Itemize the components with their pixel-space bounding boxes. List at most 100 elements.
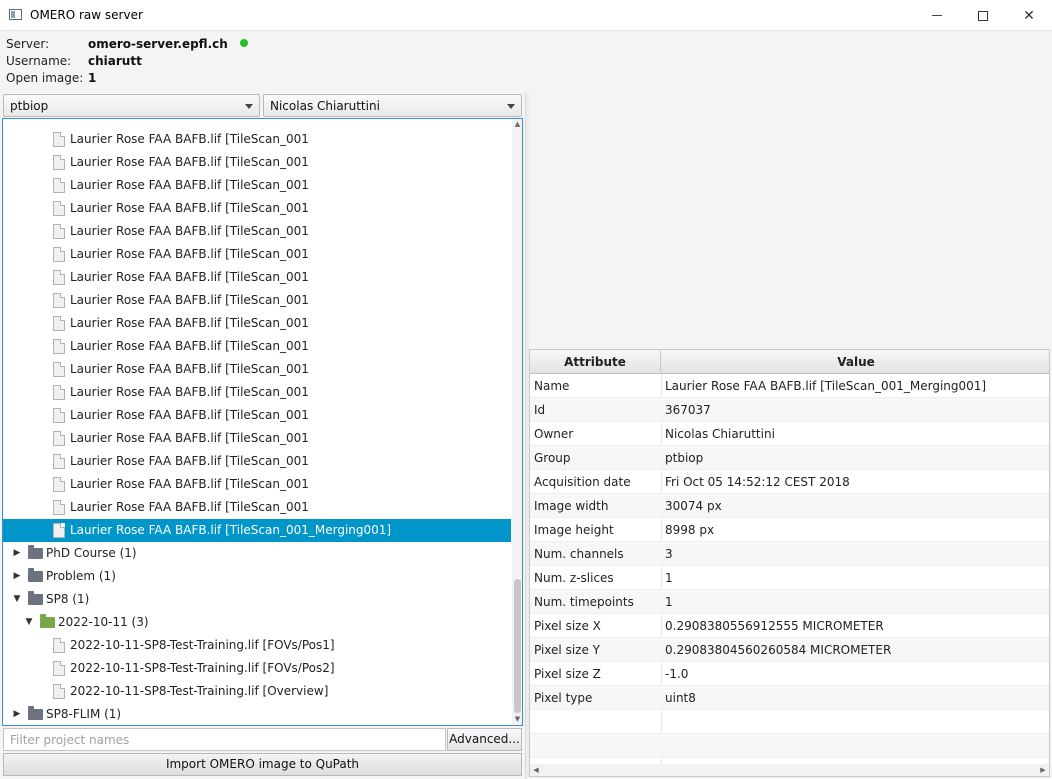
tree-image-item[interactable]: 2022-10-11-SP8-Test-Training.lif [FOVs/P… bbox=[3, 634, 511, 657]
file-icon bbox=[53, 270, 65, 285]
scroll-right-icon[interactable]: ▶ bbox=[1037, 764, 1049, 776]
tree-item-label: PhD Course (1) bbox=[46, 546, 137, 560]
column-header-value[interactable]: Value bbox=[661, 350, 1049, 374]
column-header-attribute[interactable]: Attribute bbox=[530, 350, 661, 374]
table-row[interactable]: Acquisition date Fri Oct 05 14:52:12 CEST… bbox=[530, 470, 1049, 494]
attribute-cell: Pixel type bbox=[534, 691, 593, 705]
table-row[interactable]: Pixel type uint8 bbox=[530, 686, 1049, 710]
scroll-down-icon[interactable]: ▼ bbox=[512, 714, 522, 725]
project-tree[interactable]: ▲ ▼ Laurier Rose FAA BAFB.lif [TileScan_… bbox=[2, 118, 523, 726]
attribute-cell: Num. channels bbox=[534, 547, 624, 561]
filter-project-names-input[interactable] bbox=[3, 728, 446, 751]
tree-image-item[interactable]: Laurier Rose FAA BAFB.lif [TileScan_001 bbox=[3, 404, 511, 427]
tree-item-label: Laurier Rose FAA BAFB.lif [TileScan_001 bbox=[70, 293, 309, 307]
tree-image-item[interactable]: Laurier Rose FAA BAFB.lif [TileScan_001 bbox=[3, 289, 511, 312]
table-row[interactable]: Image width 30074 px bbox=[530, 494, 1049, 518]
table-row[interactable]: Name Laurier Rose FAA BAFB.lif [TileScan_… bbox=[530, 374, 1049, 398]
folder-icon bbox=[28, 568, 43, 582]
value-cell: ptbiop bbox=[665, 451, 704, 465]
minimize-button[interactable] bbox=[914, 0, 960, 31]
table-row[interactable]: Num. channels 3 bbox=[530, 542, 1049, 566]
table-row[interactable]: Group ptbiop bbox=[530, 446, 1049, 470]
table-horizontal-scrollbar[interactable]: ◀ ▶ bbox=[530, 764, 1049, 776]
tree-item-label: 2022-10-11-SP8-Test-Training.lif [Overvi… bbox=[70, 684, 329, 698]
value-cell: 367037 bbox=[665, 403, 711, 417]
tree-folder-item[interactable]: ▼ SP8 (1) bbox=[3, 588, 511, 611]
file-icon bbox=[53, 408, 65, 423]
server-label: Server: bbox=[6, 37, 50, 51]
attribute-cell: Owner bbox=[534, 427, 574, 441]
attribute-cell: Name bbox=[534, 379, 570, 393]
tree-image-item[interactable]: Laurier Rose FAA BAFB.lif [TileScan_001 bbox=[3, 473, 511, 496]
tree-image-item[interactable]: Laurier Rose FAA BAFB.lif [TileScan_001 bbox=[3, 381, 511, 404]
scroll-up-icon[interactable]: ▲ bbox=[512, 119, 522, 130]
tree-item-label: Laurier Rose FAA BAFB.lif [TileScan_001 bbox=[70, 454, 309, 468]
table-row[interactable]: Pixel size Y 0.29083804560260584 MICROMET… bbox=[530, 638, 1049, 662]
server-name: omero-server.epfl.ch bbox=[88, 37, 228, 51]
tree-image-item[interactable]: Laurier Rose FAA BAFB.lif [TileScan_001 bbox=[3, 427, 511, 450]
tree-image-item[interactable]: Laurier Rose FAA BAFB.lif [TileScan_001 bbox=[3, 450, 511, 473]
file-icon bbox=[53, 454, 65, 469]
tree-image-item[interactable]: Laurier Rose FAA BAFB.lif [TileScan_001 bbox=[3, 243, 511, 266]
group-select-value: ptbiop bbox=[10, 99, 49, 113]
value-cell: 30074 px bbox=[665, 499, 722, 513]
table-row[interactable]: Num. timepoints 1 bbox=[530, 590, 1049, 614]
tree-image-item[interactable]: Laurier Rose FAA BAFB.lif [TileScan_001 bbox=[3, 358, 511, 381]
tree-image-item[interactable]: Laurier Rose FAA BAFB.lif [TileScan_001 bbox=[3, 266, 511, 289]
tree-item-label: Laurier Rose FAA BAFB.lif [TileScan_001 bbox=[70, 201, 309, 215]
tree-folder-item[interactable]: ▶ Problem (1) bbox=[3, 565, 511, 588]
attribute-cell: Num. z-slices bbox=[534, 571, 614, 585]
file-icon bbox=[53, 362, 65, 377]
tree-image-item[interactable]: Laurier Rose FAA BAFB.lif [TileScan_001 bbox=[3, 174, 511, 197]
tree-item-label: Problem (1) bbox=[46, 569, 116, 583]
tree-image-item[interactable]: Laurier Rose FAA BAFB.lif [TileScan_001 bbox=[3, 128, 511, 151]
file-icon bbox=[53, 523, 65, 538]
tree-item-label: Laurier Rose FAA BAFB.lif [TileScan_001 bbox=[70, 362, 309, 376]
table-row[interactable]: Image height 8998 px bbox=[530, 518, 1049, 542]
tree-image-item[interactable]: 2022-10-11-SP8-Test-Training.lif [FOVs/P… bbox=[3, 657, 511, 680]
tree-image-item[interactable]: 2022-10-11-SP8-Test-Training.lif [Overvi… bbox=[3, 680, 511, 703]
advanced-button[interactable]: Advanced... bbox=[447, 728, 522, 751]
collapse-arrow-icon[interactable]: ▶ bbox=[12, 703, 22, 725]
expand-arrow-icon[interactable]: ▼ bbox=[12, 588, 22, 611]
maximize-icon bbox=[978, 10, 988, 21]
tree-image-item[interactable]: Laurier Rose FAA BAFB.lif [TileScan_001 bbox=[3, 312, 511, 335]
tree-folder-item[interactable]: ▶ PhD Course (1) bbox=[3, 542, 511, 565]
value-cell: Nicolas Chiaruttini bbox=[665, 427, 775, 441]
attribute-cell: Image width bbox=[534, 499, 609, 513]
attribute-cell: Acquisition date bbox=[534, 475, 631, 489]
group-select[interactable]: ptbiop bbox=[3, 94, 260, 117]
table-row[interactable]: Num. z-slices 1 bbox=[530, 566, 1049, 590]
tree-image-item[interactable]: Laurier Rose FAA BAFB.lif [TileScan_001 bbox=[3, 197, 511, 220]
tree-vertical-scrollbar[interactable]: ▲ ▼ bbox=[512, 119, 522, 725]
close-button[interactable]: ✕ bbox=[1006, 0, 1052, 31]
table-row[interactable]: Owner Nicolas Chiaruttini bbox=[530, 422, 1049, 446]
tree-image-item[interactable]: Laurier Rose FAA BAFB.lif [TileScan_001 bbox=[3, 220, 511, 243]
value-cell: 0.29083804560260584 MICROMETER bbox=[665, 643, 892, 657]
tree-image-item[interactable]: Laurier Rose FAA BAFB.lif [TileScan_001 bbox=[3, 335, 511, 358]
table-row[interactable]: Pixel size Z -1.0 bbox=[530, 662, 1049, 686]
collapse-arrow-icon[interactable]: ▶ bbox=[12, 542, 22, 565]
tree-image-item[interactable]: Laurier Rose FAA BAFB.lif [TileScan_001 bbox=[3, 151, 511, 174]
file-icon bbox=[53, 293, 65, 308]
tree-folder-item[interactable]: ▼ 2022-10-11 (3) bbox=[3, 611, 511, 634]
scroll-left-icon[interactable]: ◀ bbox=[530, 764, 542, 776]
tree-item-label: SP8-FLIM (1) bbox=[46, 707, 122, 721]
tree-image-item[interactable]: Laurier Rose FAA BAFB.lif [TileScan_001 bbox=[3, 496, 511, 519]
collapse-arrow-icon[interactable]: ▶ bbox=[12, 565, 22, 588]
file-icon bbox=[53, 247, 65, 262]
expand-arrow-icon[interactable]: ▼ bbox=[24, 611, 34, 634]
scrollbar-thumb[interactable] bbox=[514, 579, 521, 713]
chevron-down-icon bbox=[507, 104, 515, 109]
tree-folder-item[interactable]: ▶ SP8-FLIM (1) bbox=[3, 703, 511, 725]
import-image-button[interactable]: Import OMERO image to QuPath bbox=[3, 753, 522, 776]
table-row[interactable]: Id 367037 bbox=[530, 398, 1049, 422]
file-icon bbox=[53, 132, 65, 147]
value-cell: Laurier Rose FAA BAFB.lif [TileScan_001_… bbox=[665, 379, 987, 393]
value-cell: uint8 bbox=[665, 691, 696, 705]
file-icon bbox=[53, 431, 65, 446]
owner-select[interactable]: Nicolas Chiaruttini bbox=[263, 94, 522, 117]
table-row[interactable]: Pixel size X 0.2908380556912555 MICROMETE… bbox=[530, 614, 1049, 638]
tree-image-item[interactable]: Laurier Rose FAA BAFB.lif [TileScan_001_… bbox=[3, 519, 511, 542]
maximize-button[interactable] bbox=[960, 0, 1006, 31]
